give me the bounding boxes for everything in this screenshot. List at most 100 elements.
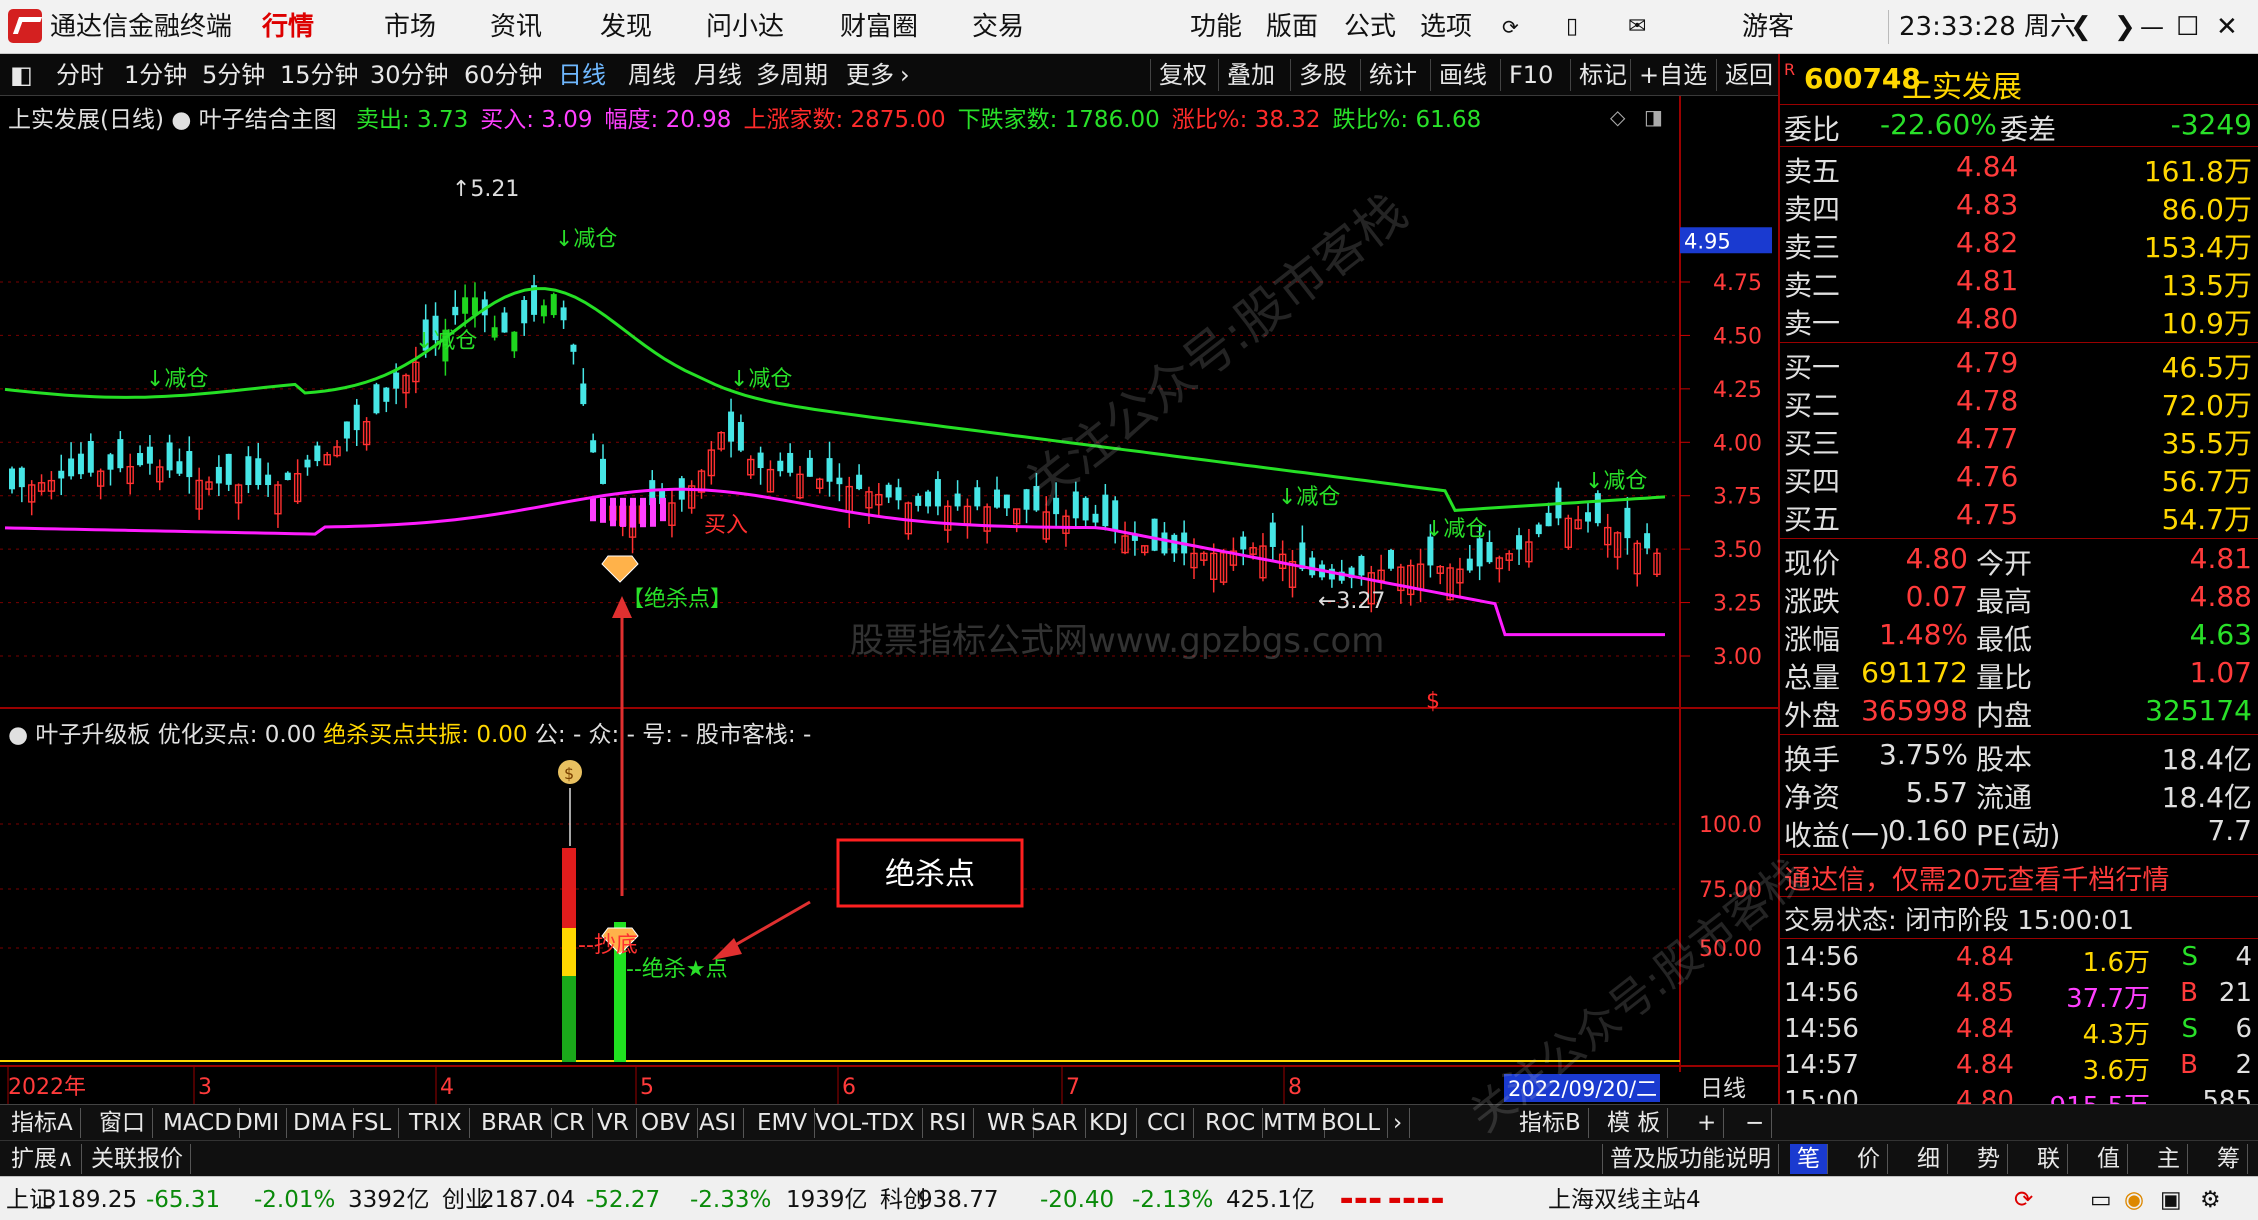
indicator-tab-11[interactable]: ASI bbox=[692, 1108, 745, 1138]
quote-tab-6[interactable]: 主 bbox=[2150, 1144, 2188, 1174]
indicator-tab-6[interactable]: TRIX bbox=[402, 1108, 470, 1138]
period-2[interactable]: 5分钟 bbox=[202, 59, 265, 91]
candle-body bbox=[452, 306, 459, 316]
maximize-icon[interactable]: ☐ bbox=[2176, 10, 2199, 44]
menu-item-2[interactable]: 公式 bbox=[1344, 10, 1396, 44]
promo-link[interactable]: 通达信，仅需20元查看千档行情 bbox=[1784, 858, 2169, 897]
chart-tool-3[interactable]: 统计 bbox=[1360, 59, 1417, 91]
chart-tool-8[interactable]: 返回 bbox=[1716, 59, 1773, 91]
indicator-tab-5[interactable]: FSL bbox=[344, 1108, 400, 1138]
help-button[interactable]: 普及版功能说明 bbox=[1602, 1144, 1779, 1174]
period-8[interactable]: 月线 bbox=[694, 59, 742, 91]
diamond-outline-icon[interactable]: ◇ bbox=[1610, 105, 1626, 129]
tabs-more-icon[interactable]: › bbox=[1386, 1108, 1411, 1138]
indicator-tab-0[interactable]: 指标A bbox=[4, 1108, 81, 1138]
lock-icon[interactable]: ▣ bbox=[2160, 1186, 2182, 1214]
quote-tab-7[interactable]: 筹 bbox=[2210, 1144, 2248, 1174]
indicator-tab-14[interactable]: RSI bbox=[922, 1108, 975, 1138]
indicator-tab-13[interactable]: VOL-TDX bbox=[808, 1108, 923, 1138]
quote-tab-0[interactable]: 笔 bbox=[1790, 1144, 1828, 1174]
refresh-icon[interactable]: ⟳ bbox=[1502, 10, 1519, 44]
period-1[interactable]: 1分钟 bbox=[124, 59, 187, 91]
phone-icon[interactable]: ▯ bbox=[1566, 10, 1578, 44]
indicator-right-2[interactable]: + bbox=[1690, 1108, 1725, 1138]
period-5[interactable]: 60分钟 bbox=[464, 59, 543, 91]
indicator-tab-19[interactable]: ROC bbox=[1198, 1108, 1264, 1138]
more-chevron-icon[interactable]: › bbox=[900, 59, 910, 91]
kline-chart[interactable]: 4.75 4.50 4.25 4.00 3.75 3.50 3.25 3.00 4.95 ↑5.2… bbox=[0, 96, 1778, 1104]
period-4[interactable]: 30分钟 bbox=[370, 59, 449, 91]
period-10[interactable]: 更多 bbox=[846, 59, 894, 91]
indicator-right-0[interactable]: 指标B bbox=[1512, 1108, 1589, 1138]
back-arrow-icon[interactable]: ❮ bbox=[2070, 10, 2092, 44]
candle-body bbox=[1151, 518, 1158, 551]
panel-toggle-icon[interactable]: ◨ bbox=[1644, 105, 1663, 129]
menu-item-0[interactable]: 功能 bbox=[1190, 10, 1242, 44]
indicator-tab-3[interactable]: DMI bbox=[228, 1108, 288, 1138]
menu-item-3[interactable]: 选项 bbox=[1420, 10, 1472, 44]
chart-tool-5[interactable]: F10 bbox=[1500, 59, 1553, 91]
quote-tab-1[interactable]: 价 bbox=[1850, 1144, 1888, 1174]
period-3[interactable]: 15分钟 bbox=[280, 59, 359, 91]
period-9[interactable]: 多周期 bbox=[756, 59, 828, 91]
indicator-tab-16[interactable]: SAR bbox=[1024, 1108, 1086, 1138]
chart-tool-0[interactable]: 复权 bbox=[1150, 59, 1207, 91]
money-bag-icon: $ bbox=[558, 760, 582, 784]
sub-formula-selector[interactable]: ● 叶子升级板 bbox=[8, 722, 150, 748]
period-6[interactable]: 日线 bbox=[558, 59, 606, 91]
indicator-tab-9[interactable]: VR bbox=[590, 1108, 637, 1138]
sync-icon[interactable]: ⟳ bbox=[2014, 1186, 2033, 1214]
divider bbox=[1780, 896, 2258, 897]
indicator-right-3[interactable]: − bbox=[1738, 1108, 1773, 1138]
indicator-tab-21[interactable]: BOLL bbox=[1314, 1108, 1389, 1138]
candle-body bbox=[826, 458, 833, 482]
nav-item-3[interactable]: 发现 bbox=[600, 10, 652, 44]
buy-volume: 72.0万 bbox=[2161, 389, 2252, 422]
period-0[interactable]: 分时 bbox=[56, 59, 104, 91]
chart-tool-6[interactable]: 标记 bbox=[1570, 59, 1627, 91]
indicator-right-1[interactable]: 模 板 bbox=[1600, 1108, 1669, 1138]
nav-item-2[interactable]: 资讯 bbox=[490, 10, 542, 44]
indicator-tab-12[interactable]: EMV bbox=[750, 1108, 816, 1138]
bell-icon[interactable]: ◉ bbox=[2124, 1186, 2144, 1214]
formula-name[interactable]: 叶子结合主图 bbox=[199, 107, 337, 133]
sub-formula-name[interactable]: 叶子升级板 bbox=[35, 722, 150, 748]
bottom-left-1[interactable]: 关联报价 bbox=[84, 1144, 191, 1174]
indicator-tab-17[interactable]: KDJ bbox=[1082, 1108, 1137, 1138]
formula-selector[interactable]: ● 叶子结合主图 bbox=[171, 107, 336, 133]
nav-item-0[interactable]: 行情 bbox=[262, 10, 314, 44]
candle-body bbox=[540, 305, 547, 317]
divider bbox=[1780, 104, 2258, 105]
quote-tab-5[interactable]: 值 bbox=[2090, 1144, 2128, 1174]
close-icon[interactable]: ✕ bbox=[2216, 10, 2238, 44]
indicator-tab-10[interactable]: OBV bbox=[634, 1108, 698, 1138]
minimize-icon[interactable]: — bbox=[2140, 10, 2164, 44]
indicator-tab-8[interactable]: CR bbox=[546, 1108, 594, 1138]
quote-tab-2[interactable]: 细 bbox=[1910, 1144, 1948, 1174]
screen-icon[interactable]: ▭ bbox=[2090, 1186, 2112, 1214]
sidebar-toggle-icon[interactable]: ◧ bbox=[10, 59, 33, 91]
indicator-tab-1[interactable]: 窗口 bbox=[92, 1108, 153, 1138]
nav-item-4[interactable]: 问小达 bbox=[706, 10, 784, 44]
chart-tool-2[interactable]: 多股 bbox=[1290, 59, 1347, 91]
bottom-left-0[interactable]: 扩展∧ bbox=[4, 1144, 82, 1174]
mail-icon[interactable]: ✉ bbox=[1628, 10, 1646, 44]
price-tick-label: 4.00 bbox=[1713, 431, 1762, 456]
price-tick-label: 3.25 bbox=[1713, 592, 1762, 617]
status-cy-pct: -2.33% bbox=[690, 1187, 772, 1213]
chart-tool-7[interactable]: +自选 bbox=[1630, 59, 1707, 91]
quote-tab-3[interactable]: 势 bbox=[1970, 1144, 2008, 1174]
nav-item-1[interactable]: 市场 bbox=[384, 10, 436, 44]
period-7[interactable]: 周线 bbox=[628, 59, 676, 91]
chart-tool-4[interactable]: 画线 bbox=[1430, 59, 1487, 91]
user-label[interactable]: 游客 bbox=[1742, 10, 1794, 44]
chart-tool-1[interactable]: 叠加 bbox=[1218, 59, 1275, 91]
menu-item-1[interactable]: 版面 bbox=[1266, 10, 1318, 44]
indicator-tab-7[interactable]: BRAR bbox=[474, 1108, 552, 1138]
quote-tab-4[interactable]: 联 bbox=[2030, 1144, 2068, 1174]
indicator-tab-18[interactable]: CCI bbox=[1140, 1108, 1194, 1138]
nav-item-5[interactable]: 财富圈 bbox=[840, 10, 918, 44]
forward-arrow-icon[interactable]: ❯ bbox=[2114, 10, 2136, 44]
nav-item-6[interactable]: 交易 bbox=[972, 10, 1024, 44]
gear-icon[interactable]: ⚙ bbox=[2200, 1186, 2221, 1214]
